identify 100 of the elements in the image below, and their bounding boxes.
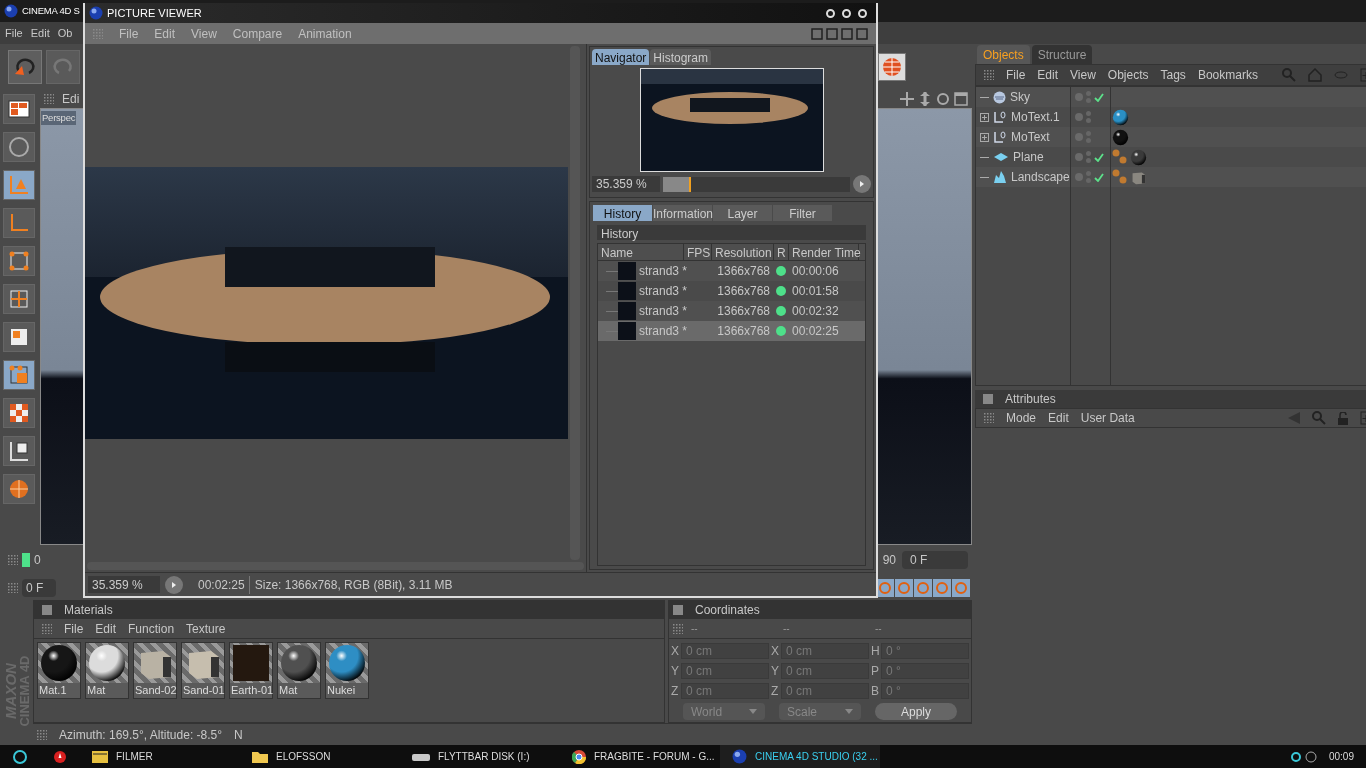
text-object-icon: [993, 110, 1007, 124]
menu-item[interactable]: View: [1070, 66, 1096, 84]
menu-item[interactable]: User Data: [1080, 409, 1135, 427]
tool-button[interactable]: [3, 436, 35, 466]
expand-plus-icon[interactable]: [980, 112, 989, 122]
object-row[interactable]: MoText: [976, 127, 1070, 147]
menu-item[interactable]: Texture: [186, 619, 226, 638]
menu-item[interactable]: File: [119, 24, 139, 43]
viewer-tab[interactable]: Histogram: [650, 49, 712, 65]
zoom-slider[interactable]: [663, 176, 850, 192]
grip-icon: [37, 729, 47, 740]
window-icon: [954, 92, 968, 106]
traffic-dots-icon: [1086, 151, 1091, 163]
minimize-button[interactable]: [826, 8, 835, 18]
panel-title: Materials: [64, 602, 113, 619]
text-object-icon: [993, 130, 1007, 144]
axis-label: B: [871, 683, 880, 700]
material-swatch[interactable]: Mat: [85, 642, 129, 699]
axis-triangle-icon: [8, 174, 30, 196]
material-swatch[interactable]: Mat.1: [37, 642, 81, 699]
history-row[interactable]: strand3 * 1366x768 00:00:06: [598, 261, 865, 281]
drive-icon: [412, 751, 430, 762]
menu-item[interactable]: Objects: [1107, 66, 1149, 84]
frame-field[interactable]: 0 F: [22, 578, 56, 597]
table-cell-text: 1366x768: [716, 323, 770, 340]
taskbar-item[interactable]: ELOFSSON: [240, 745, 400, 768]
viewer-tab[interactable]: Layer: [713, 205, 772, 221]
viewer-tab[interactable]: History: [593, 205, 652, 221]
menu-item[interactable]: Edit: [1037, 66, 1059, 84]
history-row[interactable]: strand3 * 1366x768 00:02:32: [598, 301, 865, 321]
viewer-tab[interactable]: Filter: [773, 205, 832, 221]
globe-icon: [882, 57, 902, 77]
star-badge-icon: [53, 749, 67, 764]
menu-item[interactable]: Edi: [62, 90, 80, 108]
check-icon[interactable]: [1094, 172, 1104, 182]
menu-item[interactable]: Compare: [232, 24, 283, 43]
menu-item[interactable]: Edit: [154, 24, 176, 43]
menu-item[interactable]: View: [191, 24, 217, 43]
section-title: History: [597, 225, 866, 240]
tool-button[interactable]: [3, 322, 35, 352]
phong-tag-icon[interactable]: [1112, 168, 1128, 186]
render-time: 00:02:25: [188, 575, 250, 594]
material-swatch[interactable]: Sand-02: [133, 642, 177, 699]
panel-tab[interactable]: Objects: [977, 45, 1030, 64]
menu-item[interactable]: Edit: [30, 24, 50, 42]
play-button[interactable]: [853, 175, 871, 193]
taskbar-item[interactable]: FRAGBITE - FORUM - G...: [560, 745, 720, 768]
clock-icon: [1304, 750, 1317, 763]
grip-icon: [984, 413, 994, 423]
frame-end: 90: [882, 552, 896, 569]
column-header: Name: [598, 244, 684, 260]
play-button[interactable]: [165, 575, 183, 594]
apply-button[interactable]: Apply: [875, 703, 957, 720]
history-row[interactable]: strand3 * 1366x768 00:02:25: [598, 321, 865, 341]
sky-sphere-icon: [993, 90, 1006, 104]
column-header: --: [782, 622, 791, 636]
phong-tag-icon[interactable]: [1112, 148, 1128, 166]
menu-item[interactable]: File: [64, 619, 84, 638]
menu-item[interactable]: Function: [128, 619, 175, 638]
material-swatch[interactable]: Mat: [277, 642, 321, 699]
menu-item[interactable]: Edit: [1048, 409, 1069, 427]
frame-field[interactable]: 0 F: [902, 551, 968, 569]
menu-item[interactable]: File: [5, 24, 23, 42]
object-row[interactable]: Sky: [976, 87, 1070, 107]
points-icon: [8, 250, 30, 272]
check-icon[interactable]: [1094, 92, 1104, 102]
axis-label: Z: [671, 683, 680, 700]
menu-item[interactable]: Ob: [57, 24, 73, 42]
material-swatch[interactable]: Earth-01: [229, 642, 273, 699]
tool-button[interactable]: [3, 398, 35, 428]
viewer-tab[interactable]: Information: [653, 205, 712, 221]
material-swatch[interactable]: Nukei: [325, 642, 369, 699]
browser-icon: [572, 749, 586, 764]
menu-item[interactable]: File: [1006, 66, 1026, 84]
zoom-field[interactable]: 35.359 %: [592, 176, 660, 192]
menu-item[interactable]: Edit: [95, 619, 117, 638]
undo-button[interactable]: [8, 50, 42, 84]
menu-item[interactable]: Animation: [298, 24, 352, 43]
maximize-button[interactable]: [842, 8, 851, 18]
table-cell-text: 00:02:25: [791, 323, 839, 340]
panel-tab[interactable]: Structure: [1031, 45, 1093, 64]
menu-item[interactable]: Bookmarks: [1197, 66, 1258, 84]
clock-time: 00:09: [1327, 750, 1355, 764]
close-button[interactable]: [858, 8, 867, 18]
menu-item[interactable]: Mode: [1006, 409, 1037, 427]
taskbar-item[interactable]: CINEMA 4D STUDIO (32 ...: [720, 745, 880, 768]
object-row[interactable]: Landscape: [976, 167, 1070, 187]
tool-button[interactable]: [3, 94, 35, 124]
render-button[interactable]: [878, 53, 906, 81]
check-icon[interactable]: [1094, 152, 1104, 162]
grip-icon: [8, 555, 18, 565]
taskbar-item[interactable]: FILMER: [80, 745, 240, 768]
menu-item[interactable]: Tags: [1160, 66, 1186, 84]
material-swatch[interactable]: Sand-01: [181, 642, 225, 699]
expand-plus-icon[interactable]: [980, 132, 989, 142]
checker-icon: [8, 402, 30, 424]
taskbar-item[interactable]: FLYTTBAR DISK (I:): [400, 745, 560, 768]
zoom-field[interactable]: 35.359 %: [88, 576, 160, 593]
sphere-logo-icon: [4, 4, 18, 18]
viewer-tab[interactable]: Navigator: [592, 49, 650, 65]
